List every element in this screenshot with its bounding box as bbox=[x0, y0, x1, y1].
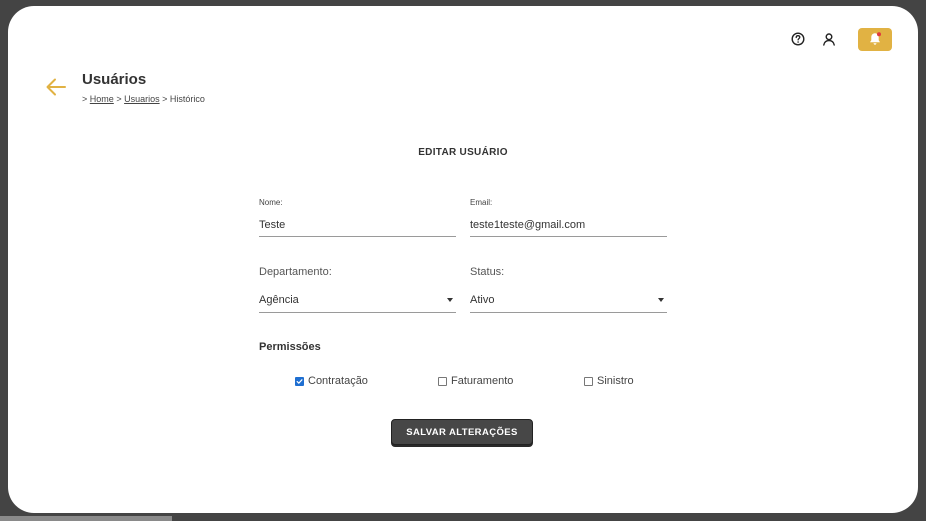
breadcrumb-usuarios-link[interactable]: Usuarios bbox=[124, 94, 160, 104]
status-field-group: Status: Ativo bbox=[470, 266, 667, 313]
departamento-select[interactable]: Agência bbox=[259, 294, 456, 313]
permission-faturamento[interactable]: Faturamento bbox=[438, 375, 513, 387]
sinistro-checkbox[interactable] bbox=[584, 376, 593, 386]
email-field-group: Email: bbox=[470, 198, 667, 237]
permissions-title: Permissões bbox=[259, 341, 321, 353]
contratacao-checkbox[interactable] bbox=[295, 376, 304, 386]
nome-input[interactable] bbox=[259, 219, 456, 237]
breadcrumb-prefix: > bbox=[82, 94, 88, 104]
breadcrumb-separator: > bbox=[116, 94, 122, 104]
bell-icon bbox=[870, 32, 881, 45]
caret-down-icon bbox=[658, 298, 664, 302]
save-changes-button[interactable]: SALVAR ALTERAÇÕES bbox=[391, 419, 533, 445]
departamento-field-group: Departamento: Agência bbox=[259, 266, 456, 313]
form-title: EDITAR USUÁRIO bbox=[418, 147, 508, 158]
permission-sinistro[interactable]: Sinistro bbox=[584, 375, 634, 387]
app-window: Usuários > Home > Usuarios > Histórico E… bbox=[8, 6, 918, 513]
breadcrumb-separator: > bbox=[162, 94, 168, 104]
email-input[interactable] bbox=[470, 219, 667, 237]
caret-down-icon bbox=[447, 298, 453, 302]
breadcrumb-home-link[interactable]: Home bbox=[90, 94, 114, 104]
contratacao-label: Contratação bbox=[308, 375, 368, 387]
help-button[interactable] bbox=[786, 27, 810, 51]
status-value: Ativo bbox=[470, 294, 495, 306]
nome-field-group: Nome: bbox=[259, 198, 456, 237]
sinistro-label: Sinistro bbox=[597, 375, 634, 387]
email-label: Email: bbox=[470, 198, 493, 207]
header-toolbar bbox=[786, 27, 892, 51]
user-icon bbox=[823, 33, 835, 46]
help-icon bbox=[791, 32, 805, 46]
permission-contratacao[interactable]: Contratação bbox=[295, 375, 368, 387]
departamento-value: Agência bbox=[259, 294, 299, 306]
user-profile-button[interactable] bbox=[817, 27, 841, 51]
faturamento-checkbox[interactable] bbox=[438, 376, 447, 386]
breadcrumb-current: Histórico bbox=[169, 94, 205, 104]
breadcrumb: > Home > Usuarios > Histórico bbox=[82, 94, 205, 104]
scrollbar-thumb[interactable] bbox=[0, 516, 172, 521]
departamento-label: Departamento: bbox=[259, 266, 332, 278]
status-select[interactable]: Ativo bbox=[470, 294, 667, 313]
nome-label: Nome: bbox=[259, 198, 283, 207]
notification-dot bbox=[877, 32, 881, 37]
notifications-button[interactable] bbox=[858, 27, 892, 51]
arrow-left-icon bbox=[46, 78, 66, 96]
back-button[interactable] bbox=[44, 75, 68, 99]
checkmark-icon bbox=[296, 378, 303, 384]
faturamento-label: Faturamento bbox=[451, 375, 514, 387]
page-title: Usuários bbox=[82, 71, 147, 88]
status-label: Status: bbox=[470, 266, 505, 278]
